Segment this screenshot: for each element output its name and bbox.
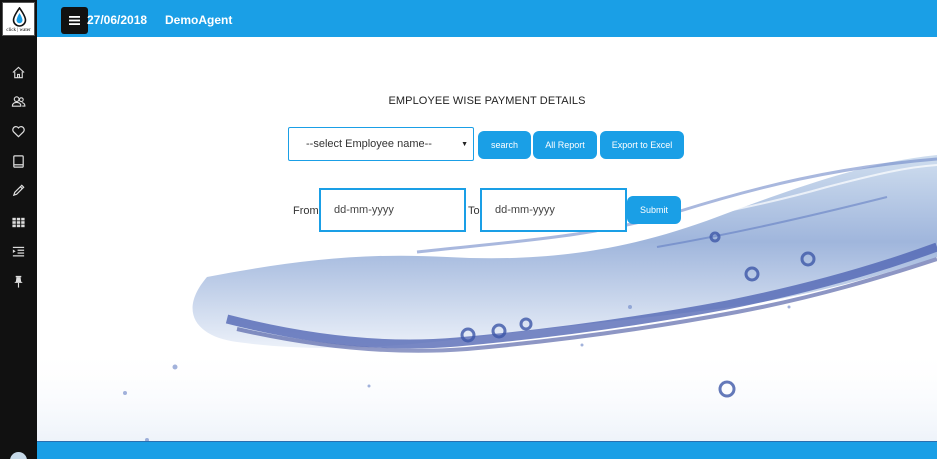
- footer-bar: [37, 441, 937, 459]
- page-title: EMPLOYEE WISE PAYMENT DETAILS: [388, 95, 586, 107]
- water-drop-icon: [12, 7, 27, 27]
- from-label: From: [293, 205, 319, 217]
- indent-icon[interactable]: [9, 242, 27, 260]
- pin-icon[interactable]: [9, 272, 27, 290]
- to-date-input[interactable]: dd-mm-yyyy: [480, 188, 627, 232]
- dropdown-caret-icon: ▼: [461, 141, 468, 148]
- top-bar: 27/06/2018 DemoAgent: [37, 0, 937, 37]
- users-icon[interactable]: [9, 92, 27, 110]
- home-icon[interactable]: [9, 63, 27, 81]
- avatar[interactable]: [10, 452, 27, 459]
- book-icon[interactable]: [9, 152, 27, 170]
- header-date: 27/06/2018: [87, 13, 148, 27]
- pencil-icon[interactable]: [9, 181, 27, 199]
- submit-button[interactable]: Submit: [627, 196, 681, 224]
- menu-toggle-button[interactable]: [61, 7, 88, 34]
- export-to-excel-button[interactable]: Export to Excel: [600, 131, 684, 159]
- to-label: To: [468, 205, 480, 217]
- employee-select-value: --select Employee name--: [306, 138, 432, 150]
- from-date-input[interactable]: dd-mm-yyyy: [319, 188, 466, 232]
- search-button[interactable]: search: [478, 131, 531, 159]
- header-agent-name: DemoAgent: [165, 13, 233, 27]
- sidebar: click | water: [0, 0, 37, 459]
- hamburger-icon: [69, 16, 80, 25]
- heart-icon[interactable]: [9, 122, 27, 140]
- logo[interactable]: click | water: [2, 2, 35, 36]
- employee-select[interactable]: --select Employee name-- ▼: [288, 127, 474, 161]
- grid-icon[interactable]: [9, 213, 27, 231]
- all-report-button[interactable]: All Report: [533, 131, 597, 159]
- logo-text: click | water: [6, 28, 31, 33]
- main-content: EMPLOYEE WISE PAYMENT DETAILS --select E…: [37, 37, 937, 441]
